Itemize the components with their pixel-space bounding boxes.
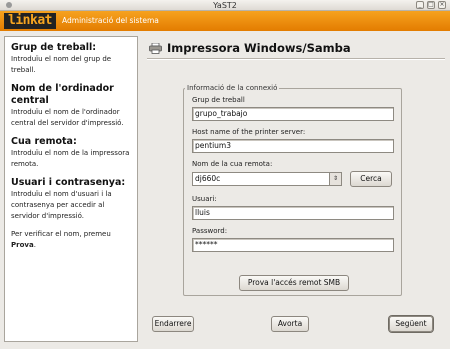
help-heading-queue: Cua remota:: [11, 136, 77, 147]
help-text-host: Introduïu el nom de l'ordinador central …: [11, 108, 124, 127]
help-footer-bold: Prova: [11, 241, 34, 249]
page-title: Impressora Windows/Samba: [149, 41, 351, 55]
test-smb-button[interactable]: Prova l'accés remot SMB: [239, 275, 349, 291]
queue-value: dj660c: [195, 174, 221, 183]
back-button[interactable]: Endarrere: [152, 316, 194, 332]
help-text-queue: Introduïu el nom de la impressora remota…: [11, 149, 130, 168]
page-title-text: Impressora Windows/Samba: [167, 41, 351, 55]
next-button[interactable]: Següent: [389, 316, 433, 332]
password-label: Password:: [192, 227, 228, 235]
queue-label: Nom de la cua remota:: [192, 160, 273, 168]
host-label: Host name of the printer server:: [192, 128, 306, 136]
banner-title: Administració del sistema: [62, 16, 159, 25]
header-banner: linkat Administració del sistema: [0, 11, 450, 31]
window-title: YaST2: [213, 1, 237, 10]
user-input[interactable]: lluis: [192, 206, 394, 220]
close-icon[interactable]: ×: [438, 1, 446, 9]
help-panel: Grup de treball: Introduïu el nom del gr…: [4, 36, 138, 342]
abort-button[interactable]: Avorta: [271, 316, 309, 332]
queue-combo[interactable]: dj660c ⇕: [192, 172, 342, 186]
printer-icon: [149, 42, 162, 54]
host-input[interactable]: pentium3: [192, 139, 394, 153]
minimize-icon[interactable]: _: [416, 1, 424, 9]
workgroup-label: Grup de treball: [192, 96, 245, 104]
password-input[interactable]: ******: [192, 238, 394, 252]
linkat-logo: linkat: [4, 13, 56, 29]
user-label: Usuari:: [192, 195, 217, 203]
title-bar: YaST2 _ □ ×: [0, 0, 450, 11]
connection-group-label: Informació de la connexió: [185, 83, 280, 93]
help-footer: Per verificar el nom, premeu Prova.: [11, 230, 111, 249]
workgroup-input[interactable]: grupo_trabajo: [192, 107, 394, 121]
help-text-workgroup: Introduïu el nom del grup de treball.: [11, 55, 112, 74]
window-menu-icon[interactable]: [6, 2, 12, 8]
search-button[interactable]: Cerca: [350, 171, 392, 187]
maximize-icon[interactable]: □: [427, 1, 435, 9]
combo-arrow-icon[interactable]: ⇕: [329, 173, 341, 185]
help-heading-host: Nom de l'ordinador central: [11, 83, 114, 106]
yast-window: YaST2 _ □ × linkat Administració del sis…: [0, 0, 450, 349]
main-panel: Impressora Windows/Samba Informació de l…: [143, 36, 446, 342]
connection-group: Informació de la connexió Grup de trebal…: [183, 83, 402, 296]
help-heading-user: Usuari i contrasenya:: [11, 177, 126, 188]
help-heading-workgroup: Grup de treball:: [11, 42, 97, 53]
title-separator: [147, 58, 445, 59]
help-text-user: Introduïu el nom d'usuari i la contrasen…: [11, 190, 112, 220]
